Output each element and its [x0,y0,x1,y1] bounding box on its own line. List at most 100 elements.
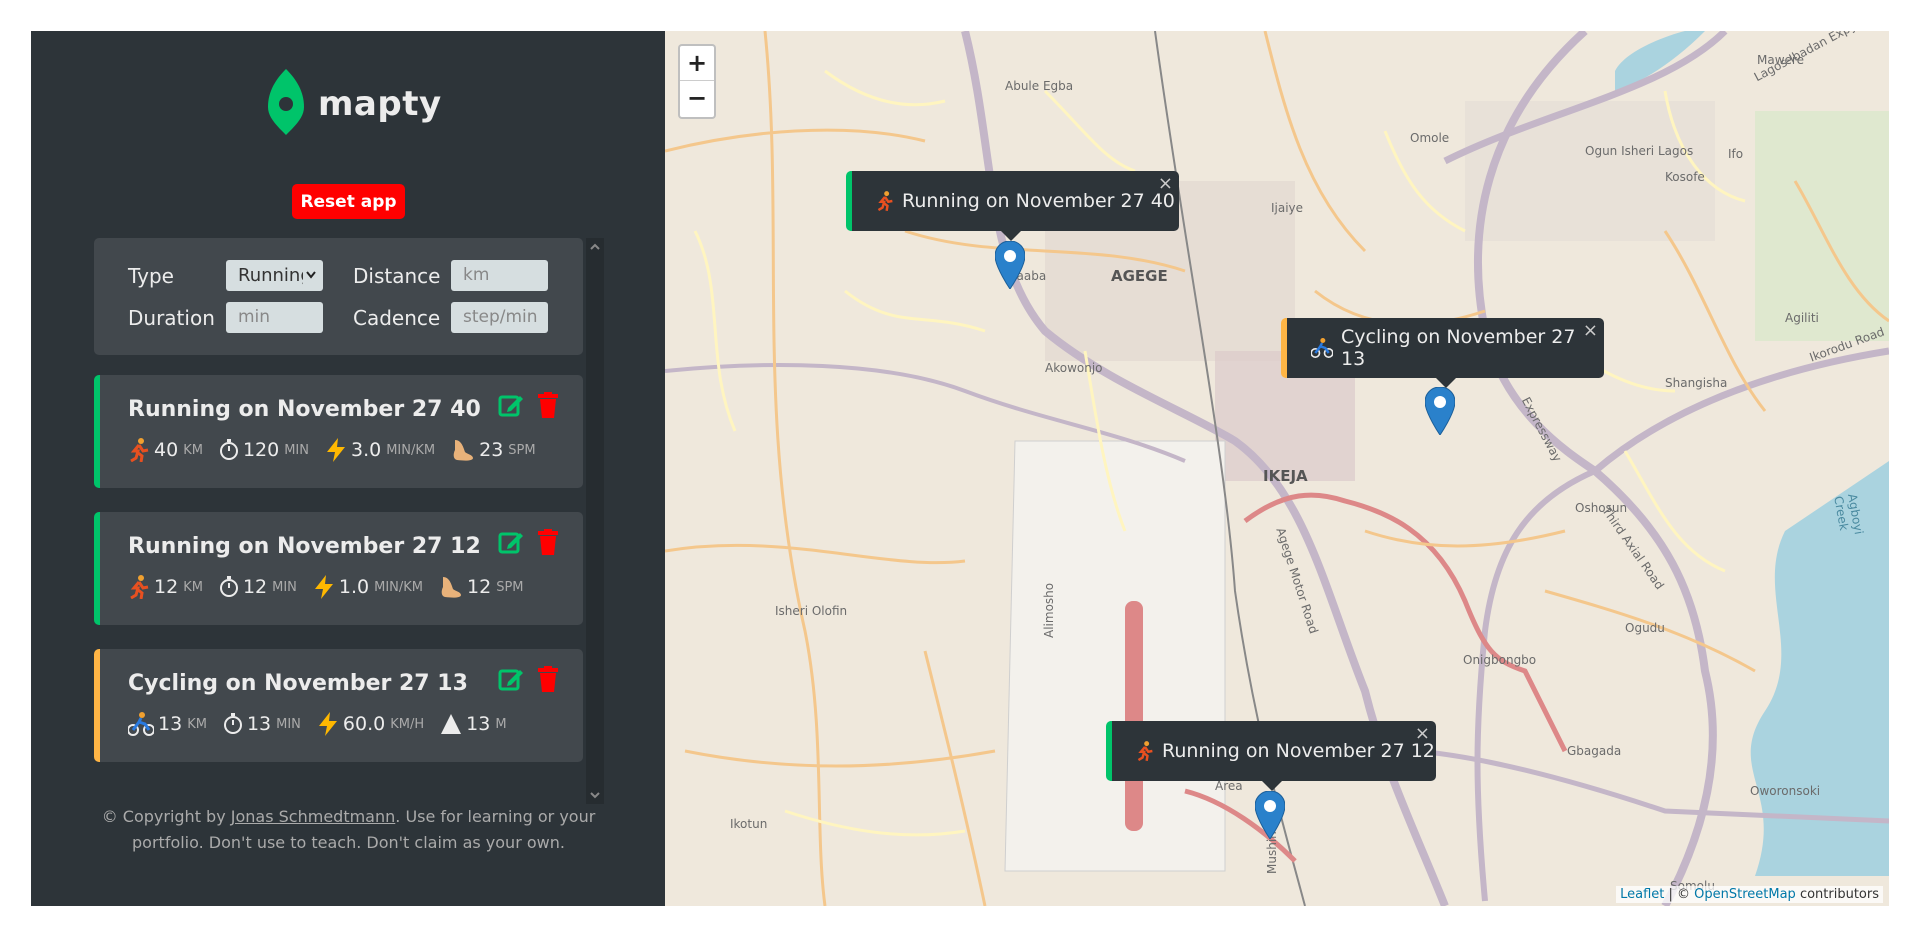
type-label: Type [128,263,174,288]
close-icon[interactable]: × [1415,723,1430,744]
workout-distance: 40 km [128,438,203,462]
form-row-distance: Distance km [353,260,548,291]
form-row-duration: Duration min [128,302,323,333]
workout-elevation-unit: m [495,716,507,732]
workout-popup[interactable]: Running on November 27 40 × [846,171,1179,241]
map-label-ijaiye: Ijaiye [1271,201,1304,215]
map-label-ogun-isheri-lagos: Ogun Isheri Lagos [1585,144,1694,158]
workout-cadence-unit: spm [496,579,524,595]
workout-distance-value: 12 [154,576,179,598]
workout-card[interactable]: Cycling on November 27 13 13 km 13 min 60.… [94,649,583,762]
map-attribution: Leaflet | © OpenStreetMap contributors [1616,886,1883,903]
workout-pace-unit: min/km [386,442,436,458]
map-marker-icon[interactable] [1254,790,1286,840]
trash-icon[interactable] [537,666,559,696]
openstreetmap-link[interactable]: OpenStreetMap [1694,887,1796,902]
map-label-ikotun: Ikotun [730,817,768,831]
distance-label: Distance [353,263,441,288]
workout-actions [498,392,559,422]
duration-label: Duration [128,305,215,330]
reset-app-button[interactable]: Reset app [292,184,405,219]
popup-tip [1000,230,1022,241]
chevron-down-icon [303,260,317,291]
mountain-icon [440,713,462,735]
workout-form: Type Running Distance km Duration min Ca… [94,238,583,355]
map-label-agiliti: Agiliti [1785,311,1819,325]
workout-distance-unit: km [183,442,203,458]
map-label-oworonsoki: Oworonsoki [1750,784,1821,798]
author-link[interactable]: Jonas Schmedtmann [231,807,396,826]
map-label-omole: Omole [1410,131,1450,145]
map-marker-icon[interactable] [1424,386,1456,436]
map-marker-icon[interactable] [994,240,1026,290]
workout-cadence-unit: spm [508,442,536,458]
trash-icon[interactable] [537,392,559,422]
map-label-shangisha: Shangisha [1665,376,1728,390]
workout-popup[interactable]: Running on November 27 12 × [1106,721,1436,791]
cyclist-icon [128,712,154,736]
workout-card[interactable]: Running on November 27 12 12 km 12 min 1.0… [94,512,583,625]
attribution-suffix: contributors [1795,887,1879,902]
close-icon[interactable]: × [1158,173,1173,194]
edit-icon[interactable] [498,529,524,559]
map-label-kosofe: Kosofe [1665,170,1705,184]
map-pin-logo-icon [268,69,304,139]
workout-title: Cycling on November 27 13 [128,671,468,696]
close-icon[interactable]: × [1583,320,1598,341]
workout-cadence-value: 12 [467,576,492,598]
sidebar: mapty Reset app Type Running Distance km… [31,31,665,906]
workout-cadence-value: 23 [479,439,504,461]
workout-pace-value: 1.0 [338,576,370,598]
zoom-in-button[interactable]: + [680,46,714,81]
workout-duration: 12 min [219,576,297,598]
popup-text: Running on November 27 12 [1162,740,1435,762]
workout-details: 40 km 120 min 3.0 min/km 23 spm [128,438,552,462]
workout-elevation: 13 m [440,713,507,735]
workout-elevation-value: 13 [466,713,491,735]
map-label-onigbongbo: Onigbongbo [1463,653,1537,667]
map-label-alimosho: Alimosho [1042,582,1056,638]
workouts-scrollbar[interactable] [586,238,604,804]
map[interactable]: Alaaba AGEGE IKEJA Abule Egba Omole Mawe… [665,31,1889,906]
workout-card[interactable]: Running on November 27 40 40 km 120 min 3.… [94,375,583,488]
workouts-list: Type Running Distance km Duration min Ca… [94,238,583,804]
attribution-separator: | © [1664,887,1695,902]
workout-pace: 3.0 min/km [325,438,435,462]
workout-details: 12 km 12 min 1.0 min/km 12 spm [128,575,540,599]
trash-icon[interactable] [537,529,559,559]
cadence-input[interactable]: step/min [451,302,548,333]
map-label-gbagada: Gbagada [1567,744,1622,758]
runner-icon [1136,741,1154,761]
workout-actions [498,666,559,696]
edit-icon[interactable] [498,666,524,696]
zoom-out-button[interactable]: − [680,81,714,116]
workout-distance-unit: km [183,579,203,595]
type-select-value: Running [238,265,312,286]
map-label-agege: AGEGE [1111,267,1168,285]
lightning-icon [313,575,335,599]
edit-icon[interactable] [498,392,524,422]
workout-pace-value: 3.0 [350,439,382,461]
workout-duration-unit: min [284,442,309,458]
copyright-prefix: © Copyright by [101,807,231,826]
scroll-up-arrow-icon[interactable] [589,241,601,253]
leaflet-link[interactable]: Leaflet [1620,887,1664,902]
duration-input[interactable]: min [226,302,323,333]
stopwatch-icon [219,576,239,598]
runner-icon [128,575,150,599]
type-select[interactable]: Running [226,260,323,291]
workout-duration-unit: min [276,716,301,732]
distance-input[interactable]: km [451,260,548,291]
copyright: © Copyright by Jonas Schmedtmann. Use fo… [91,804,606,856]
workout-duration-value: 12 [242,576,268,598]
popup-tip [1261,780,1283,791]
workout-details: 13 km 13 min 60.0 km/h 13 m [128,712,523,736]
scroll-down-arrow-icon[interactable] [589,789,601,801]
workout-popup[interactable]: Cycling on November 27 13 × [1281,318,1604,388]
map-label-ikeja: IKEJA [1263,467,1308,485]
cadence-label: Cadence [353,305,441,330]
form-row-type: Type Running [128,260,323,291]
lightning-icon [317,712,339,736]
workout-pace: 1.0 min/km [313,575,423,599]
workout-speed: 60.0 km/h [317,712,424,736]
